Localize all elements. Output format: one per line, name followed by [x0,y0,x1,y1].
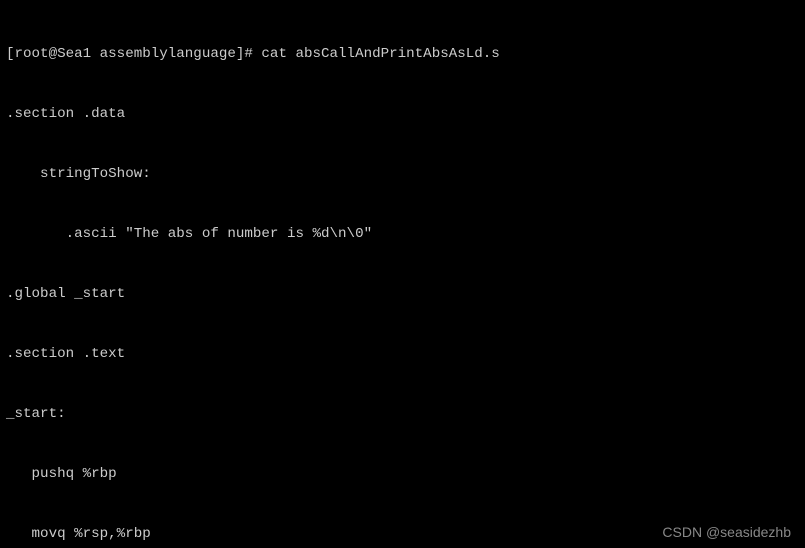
command-text-cat: cat absCallAndPrintAbsAsLd.s [261,46,499,62]
source-line: stringToShow: [6,164,799,184]
source-line: .section .data [6,104,799,124]
source-line: .section .text [6,344,799,364]
shell-prompt: [root@Sea1 assemblylanguage]# [6,46,261,62]
prompt-line-cat: [root@Sea1 assemblylanguage]# cat absCal… [6,44,799,64]
source-line: pushq %rbp [6,464,799,484]
source-line: .global _start [6,284,799,304]
source-line: _start: [6,404,799,424]
source-line: .ascii "The abs of number is %d\n\0" [6,224,799,244]
watermark-text: CSDN @seasidezhb [662,522,791,542]
terminal-output[interactable]: [root@Sea1 assemblylanguage]# cat absCal… [0,0,805,548]
